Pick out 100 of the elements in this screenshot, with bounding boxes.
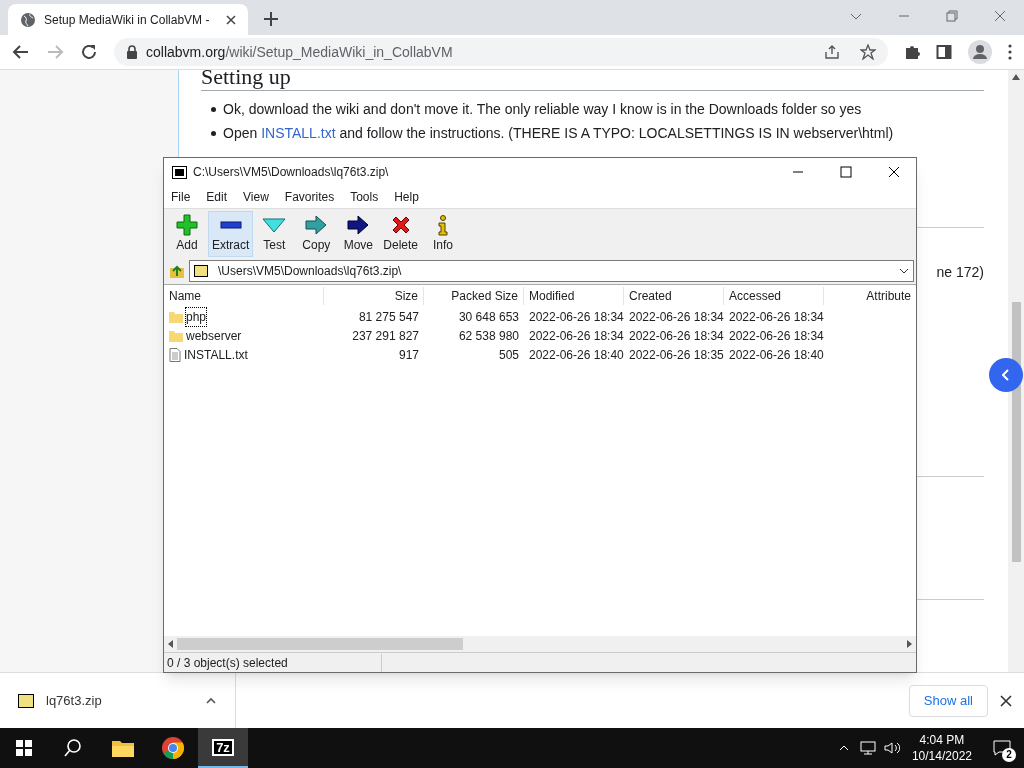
scroll-up-icon[interactable] <box>1012 74 1020 80</box>
scroll-thumb[interactable] <box>177 638 463 650</box>
maximize-icon[interactable] <box>840 166 852 178</box>
clock-time[interactable]: 4:04 PM <box>919 732 965 748</box>
folder-icon <box>169 328 183 343</box>
puzzle-icon[interactable] <box>904 44 920 60</box>
avatar-icon[interactable] <box>968 40 992 64</box>
clock-date[interactable]: 10/14/2022 <box>911 748 972 764</box>
chevron-down-icon[interactable] <box>899 266 909 276</box>
menu-item[interactable]: View <box>243 188 269 206</box>
document-icon <box>169 347 181 362</box>
bullet-icon <box>211 131 216 136</box>
menu-item[interactable]: Edit <box>206 188 228 206</box>
archive-icon <box>194 265 208 277</box>
notifications-button[interactable]: 2 <box>980 728 1024 768</box>
close-icon[interactable] <box>226 14 236 25</box>
new-tab-icon[interactable] <box>264 12 278 26</box>
plus-icon <box>176 213 198 236</box>
globe-icon <box>20 11 36 28</box>
bullet-text: Open INSTALL.txt and follow the instructions. (THERE IS A TYPO: LOCALSETTINGS IS IN webserver\html) <box>223 125 894 141</box>
table-cell-text: 2022-06-26 18:34 <box>628 308 724 326</box>
path-text: \Users\VM5\Downloads\lq76t3.zip\ <box>218 263 403 280</box>
chrome-icon <box>161 736 185 760</box>
file-link[interactable]: INSTALL.txt <box>261 125 336 141</box>
table-cell-text: 917 <box>397 346 420 364</box>
toolbar-button[interactable]: Copy <box>295 210 338 257</box>
table-cell-text: 2022-06-26 18:40 <box>528 346 624 364</box>
reload-icon[interactable] <box>80 43 98 61</box>
close-icon[interactable] <box>888 166 900 178</box>
restore-icon[interactable] <box>945 9 959 23</box>
bullet-text: Ok, download the wiki and don't move it. The only reliable way I know is in the Downloads folder so yes <box>223 101 862 117</box>
scroll-right-icon[interactable] <box>907 640 912 648</box>
menu-item[interactable]: Favorites <box>284 188 335 206</box>
table-cell-text: 2022-06-26 18:34 <box>728 308 824 326</box>
app-icon: 7z <box>212 738 234 756</box>
body-text: ne 172) <box>936 263 984 282</box>
table-cell-text: 237 291 827 <box>351 327 420 345</box>
toolbar-button[interactable]: Move <box>337 210 380 257</box>
search-icon <box>63 738 83 758</box>
menu-item[interactable]: File <box>171 188 191 206</box>
scrollbar[interactable] <box>1008 70 1024 672</box>
toolbar-button[interactable]: Info <box>422 210 465 257</box>
scroll-thumb[interactable] <box>1011 302 1021 562</box>
column-header[interactable]: Attribute <box>824 287 912 305</box>
close-icon[interactable] <box>1000 694 1012 707</box>
column-header[interactable]: Created <box>624 287 724 305</box>
archive-icon <box>18 693 34 708</box>
speaker-icon[interactable] <box>883 741 900 755</box>
toolbar-button[interactable]: Delete <box>379 210 423 257</box>
column-header[interactable]: Modified <box>524 287 624 305</box>
menu-item[interactable]: Tools <box>350 188 379 206</box>
table-cell-text: 2022-06-26 18:34 <box>628 327 724 345</box>
toolbar-button[interactable]: Test <box>253 210 296 257</box>
table-cell-text: 81 275 547 <box>357 308 420 326</box>
notification-count: 2 <box>1002 748 1016 762</box>
folder-icon <box>111 738 135 758</box>
menu-icon[interactable] <box>1008 44 1012 60</box>
star-icon[interactable] <box>860 44 876 60</box>
window-title: C:\Users\VM5\Downloads\lq76t3.zip\ <box>193 164 390 181</box>
status-text: 0 / 3 object(s) selected <box>164 653 382 672</box>
file-name[interactable]: php <box>186 307 207 326</box>
tab-title: Setup MediaWiki in CollabVM - <box>44 11 211 29</box>
lock-icon <box>126 45 138 59</box>
menu-item[interactable]: Help <box>394 188 419 206</box>
section-heading: Setting up <box>201 66 984 91</box>
path-field[interactable]: \Users\VM5\Downloads\lq76t3.zip\ <box>189 260 914 282</box>
table-cell-text: 2022-06-26 18:40 <box>728 346 824 364</box>
column-header[interactable]: Packed Size <box>424 287 524 305</box>
table-cell-text: 505 <box>497 346 520 364</box>
table-cell-text: 2022-06-26 18:34 <box>528 327 624 345</box>
windows-icon <box>16 740 32 756</box>
horizontal-scrollbar[interactable] <box>164 636 916 652</box>
column-header[interactable]: Size <box>324 287 424 305</box>
file-name[interactable]: webserver <box>186 326 242 345</box>
toolbar-button[interactable]: Extract <box>208 210 254 257</box>
network-icon[interactable] <box>859 741 876 755</box>
share-icon[interactable] <box>824 44 840 60</box>
address-field[interactable]: collabvm.org/wiki/Setup_MediaWiki_in_CollabVM <box>114 38 888 66</box>
app-icon <box>172 165 187 179</box>
back-icon[interactable] <box>12 43 30 61</box>
table-cell-text: 30 648 653 <box>457 308 520 326</box>
scroll-left-icon[interactable] <box>168 640 173 648</box>
folder-icon <box>169 309 183 324</box>
sidebar-icon[interactable] <box>936 44 952 60</box>
url-text: collabvm.org/wiki/Setup_MediaWiki_in_CollabVM <box>146 42 454 62</box>
download-name: lq76t3.zip <box>46 691 103 710</box>
toolbar-button[interactable]: Add <box>166 210 208 257</box>
chevron-left-icon <box>1002 369 1010 381</box>
browser-tab[interactable]: Setup MediaWiki in CollabVM - <box>8 4 248 35</box>
table-cell-text: 2022-06-26 18:34 <box>728 327 824 345</box>
arrow-icon <box>305 213 328 236</box>
arrow-icon <box>347 213 370 236</box>
show-all-button[interactable]: Show all <box>908 684 988 717</box>
table-cell-text: 2022-06-26 18:35 <box>628 346 724 364</box>
file-name[interactable]: INSTALL.txt <box>184 345 248 364</box>
table-cell-text: 2022-06-26 18:34 <box>528 308 624 326</box>
taskbar-button[interactable]: 7z <box>198 728 248 768</box>
column-header[interactable]: Name <box>164 287 324 305</box>
bullet-icon <box>211 107 216 112</box>
column-header[interactable]: Accessed <box>724 287 824 305</box>
